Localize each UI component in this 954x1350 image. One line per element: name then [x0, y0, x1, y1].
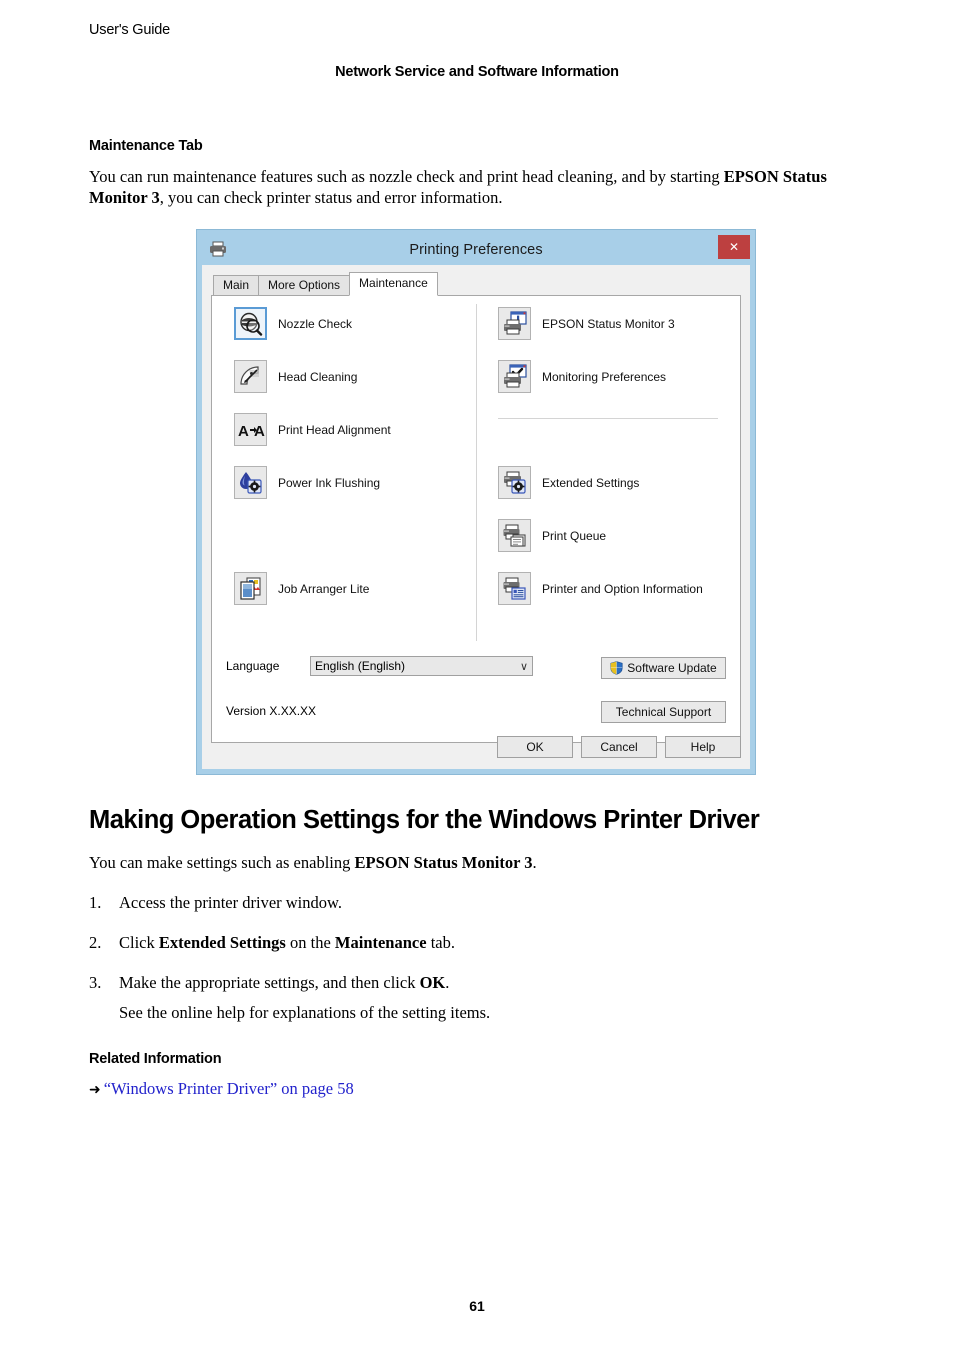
extended-settings-icon — [498, 466, 531, 499]
horizontal-divider — [498, 418, 718, 419]
step-text-post: tab. — [426, 933, 455, 952]
tab-maintenance[interactable]: Maintenance — [349, 272, 438, 296]
window-titlebar: Printing Preferences ✕ — [202, 235, 750, 265]
button-nozzle-check[interactable]: Nozzle Check — [234, 307, 352, 340]
software-update-label: Software Update — [627, 661, 717, 675]
step-text: Access the printer driver window. — [119, 893, 342, 912]
heading-making-operation-settings: Making Operation Settings for the Window… — [89, 806, 760, 834]
tab-more-options[interactable]: More Options — [258, 275, 351, 295]
making-bold-epson-status-monitor: EPSON Status Monitor 3 — [354, 853, 533, 872]
paragraph-making-settings-intro: You can make settings such as enabling E… — [89, 852, 841, 873]
vertical-divider — [476, 304, 477, 641]
head-cleaning-icon — [234, 360, 267, 393]
list-item: 3. Make the appropriate settings, and th… — [89, 972, 841, 1023]
software-update-button[interactable]: Software Update — [601, 657, 726, 679]
step-number: 1. — [89, 893, 102, 912]
language-label: Language — [226, 659, 280, 673]
header-chapter-title: Network Service and Software Information — [335, 64, 619, 80]
list-item: 2. Click Extended Settings on the Mainte… — [89, 932, 841, 953]
document-page: User's Guide Network Service and Softwar… — [0, 0, 954, 1350]
job-arranger-lite-icon — [234, 572, 267, 605]
dialog-footer-buttons: OK Cancel Help — [211, 736, 741, 760]
status-monitor-label: EPSON Status Monitor 3 — [542, 316, 675, 331]
print-queue-icon — [498, 519, 531, 552]
tab-strip: Main More Options Maintenance — [213, 272, 741, 296]
heading-related-information: Related Information — [89, 1051, 222, 1067]
button-power-ink-flushing[interactable]: Power Ink Flushing — [234, 466, 380, 499]
button-job-arranger-lite[interactable]: Job Arranger Lite — [234, 572, 369, 605]
print-queue-label: Print Queue — [542, 528, 607, 543]
button-epson-status-monitor-3[interactable]: EPSON Status Monitor 3 — [498, 307, 675, 340]
job-arranger-lite-label: Job Arranger Lite — [278, 581, 370, 596]
arrow-right-icon: ➜ — [89, 1082, 101, 1098]
step-text-pre: Make the appropriate settings, and then … — [119, 973, 420, 992]
help-button[interactable]: Help — [665, 736, 741, 758]
dialog-client-area: Main More Options Maintenance Nozzle Che… — [202, 265, 750, 769]
step-number: 3. — [89, 973, 102, 992]
svg-text:A: A — [238, 423, 249, 440]
printer-icon — [208, 240, 228, 258]
cancel-button[interactable]: Cancel — [581, 736, 657, 758]
language-row: Language English (English) ∨ — [226, 656, 533, 676]
technical-support-label: Technical Support — [615, 705, 712, 719]
language-select[interactable]: English (English) ∨ — [310, 656, 533, 676]
making-text-2: . — [532, 853, 537, 872]
step-bold-extended-settings: Extended Settings — [158, 933, 286, 952]
intro-text-1: You can run maintenance features such as… — [89, 167, 724, 186]
button-head-cleaning[interactable]: Head Cleaning — [234, 360, 357, 393]
related-link-label: “Windows Printer Driver” on page 58 — [103, 1079, 354, 1098]
heading-maintenance-tab: Maintenance Tab — [89, 138, 203, 154]
maintenance-grid: Nozzle Check Head Cleaning A A Print Hea… — [212, 296, 740, 742]
step-substep-text: See the online help for explanations of … — [119, 1003, 491, 1022]
extended-settings-label: Extended Settings — [542, 475, 640, 490]
step-text-post: . — [445, 973, 450, 992]
step-number: 2. — [89, 933, 102, 952]
chevron-down-icon: ∨ — [519, 659, 528, 673]
intro-text-2: , you can check printer status and error… — [159, 188, 503, 207]
monitoring-preferences-icon — [498, 360, 531, 393]
button-print-queue[interactable]: Print Queue — [498, 519, 606, 552]
svg-text:A: A — [254, 423, 265, 440]
step-text-mid: on the — [285, 933, 335, 952]
window-title: Printing Preferences — [409, 242, 543, 258]
power-ink-flushing-icon — [234, 466, 267, 499]
close-icon[interactable]: ✕ — [718, 235, 750, 259]
step-bold-maintenance: Maintenance — [334, 933, 427, 952]
step-bold-ok: OK — [419, 973, 446, 992]
ok-button[interactable]: OK — [497, 736, 573, 758]
button-extended-settings[interactable]: Extended Settings — [498, 466, 639, 499]
step-text-pre: Click — [119, 933, 159, 952]
power-ink-flushing-label: Power Ink Flushing — [278, 475, 381, 490]
head-cleaning-label: Head Cleaning — [278, 369, 358, 384]
tab-main[interactable]: Main — [213, 275, 260, 295]
version-label: Version X.XX.XX — [226, 704, 317, 718]
monitoring-preferences-label: Monitoring Preferences — [542, 369, 667, 384]
maintenance-panel: Nozzle Check Head Cleaning A A Print Hea… — [211, 295, 741, 743]
technical-support-button[interactable]: Technical Support — [601, 701, 726, 723]
language-value: English (English) — [315, 659, 406, 673]
button-print-head-alignment[interactable]: A A Print Head Alignment — [234, 413, 391, 446]
related-link[interactable]: ➜ “Windows Printer Driver” on page 58 — [89, 1079, 354, 1099]
dialog-frame: Printing Preferences ✕ Main More Options… — [202, 235, 750, 769]
button-printer-and-option-information[interactable]: Printer and Option Information — [498, 572, 703, 605]
page-number: 61 — [469, 1298, 485, 1314]
button-monitoring-preferences[interactable]: Monitoring Preferences — [498, 360, 666, 393]
print-head-alignment-icon: A A — [234, 413, 267, 446]
ordered-steps-list: 1. Access the printer driver window. 2. … — [89, 892, 841, 1042]
paragraph-maintenance-intro: You can run maintenance features such as… — [89, 166, 841, 208]
print-head-alignment-label: Print Head Alignment — [278, 422, 391, 437]
list-item: 1. Access the printer driver window. — [89, 892, 841, 913]
printer-option-info-label: Printer and Option Information — [542, 581, 703, 596]
printing-preferences-window: Printing Preferences ✕ Main More Options… — [196, 229, 756, 775]
nozzle-check-icon — [234, 307, 267, 340]
making-text-1: You can make settings such as enabling — [89, 853, 355, 872]
header-users-guide: User's Guide — [89, 22, 170, 38]
printer-option-info-icon — [498, 572, 531, 605]
shield-icon — [610, 661, 623, 675]
nozzle-check-label: Nozzle Check — [278, 316, 353, 331]
status-monitor-icon — [498, 307, 531, 340]
